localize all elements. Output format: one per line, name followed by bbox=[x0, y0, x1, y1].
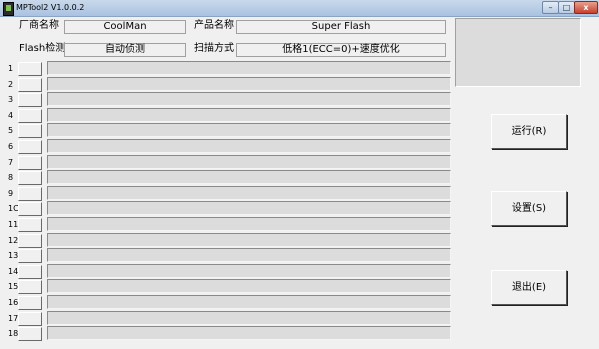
port-select-button[interactable] bbox=[18, 93, 42, 108]
port-select-button[interactable] bbox=[18, 202, 42, 217]
port-progress-bar bbox=[47, 248, 451, 263]
maximize-button[interactable]: □ bbox=[558, 1, 575, 14]
port-select-button[interactable] bbox=[18, 124, 42, 139]
port-select-button[interactable] bbox=[18, 233, 42, 248]
port-number: 4 bbox=[8, 110, 14, 120]
port-select-button[interactable] bbox=[18, 77, 42, 92]
port-select-button[interactable] bbox=[18, 280, 42, 295]
port-number: 2 bbox=[8, 79, 14, 89]
port-select-button[interactable] bbox=[18, 108, 42, 123]
port-progress-bar bbox=[47, 154, 451, 169]
run-button[interactable]: 运行(R) bbox=[491, 114, 567, 149]
product-label: 产品名称 bbox=[194, 20, 234, 31]
port-progress-bar bbox=[47, 295, 451, 309]
port-progress-bar bbox=[47, 263, 451, 278]
app-icon bbox=[3, 2, 14, 16]
port-number: 1 bbox=[8, 64, 14, 73]
vendor-field[interactable]: CoolMan bbox=[64, 20, 186, 34]
port-number: 16 bbox=[8, 298, 19, 307]
port-number: 12 bbox=[8, 235, 19, 245]
port-select-button[interactable] bbox=[18, 264, 42, 279]
port-number: 17 bbox=[8, 313, 19, 323]
port-select-button[interactable] bbox=[18, 186, 42, 201]
port-progress-bar bbox=[47, 76, 451, 91]
port-number: 3 bbox=[8, 95, 14, 105]
port-number: 18 bbox=[8, 329, 19, 339]
flash-detect-field[interactable]: 自动侦测 bbox=[64, 43, 186, 57]
close-button[interactable]: x bbox=[574, 1, 598, 14]
port-progress-bar bbox=[47, 92, 451, 107]
scan-mode-field[interactable]: 低格1(ECC=0)+速度优化 bbox=[236, 43, 446, 57]
port-select-button[interactable] bbox=[18, 140, 42, 154]
port-select-button[interactable] bbox=[18, 62, 42, 76]
port-number: 5 bbox=[8, 126, 14, 136]
port-select-button[interactable] bbox=[18, 327, 42, 342]
port-select-button[interactable] bbox=[18, 249, 42, 264]
window-title: MPTool2 V1.0.0.2 bbox=[16, 3, 85, 12]
port-progress-bar bbox=[47, 185, 451, 200]
port-select-button[interactable] bbox=[18, 296, 42, 310]
port-progress-bar bbox=[47, 201, 451, 216]
preview-panel bbox=[455, 18, 581, 87]
port-progress-bar bbox=[47, 123, 451, 138]
port-number: 15 bbox=[8, 282, 19, 292]
port-number: 11 bbox=[8, 220, 19, 229]
port-progress-bar bbox=[47, 326, 451, 341]
port-number: 13 bbox=[8, 251, 19, 261]
port-select-button[interactable] bbox=[18, 218, 42, 232]
port-progress-bar bbox=[47, 170, 451, 185]
port-progress-bar bbox=[47, 61, 451, 75]
port-number: 9 bbox=[8, 188, 14, 198]
port-number: 14 bbox=[8, 266, 19, 276]
settings-button[interactable]: 设置(S) bbox=[491, 191, 567, 226]
port-progress-bar bbox=[47, 107, 451, 122]
product-field[interactable]: Super Flash bbox=[236, 20, 446, 34]
port-select-button[interactable] bbox=[18, 311, 42, 326]
port-number: 7 bbox=[8, 157, 14, 167]
scan-mode-label: 扫描方式 bbox=[194, 43, 234, 54]
port-progress-bar bbox=[47, 310, 451, 325]
vendor-label: 厂商名称 bbox=[19, 20, 59, 31]
port-select-button[interactable] bbox=[18, 171, 42, 186]
port-select-button[interactable] bbox=[18, 155, 42, 170]
port-progress-bar bbox=[47, 139, 451, 153]
exit-button[interactable]: 退出(E) bbox=[491, 270, 567, 305]
port-number: 8 bbox=[8, 173, 14, 183]
flash-label: Flash检测 bbox=[19, 43, 66, 54]
mptool-window: MPTool2 V1.0.0.2 – □ x 厂商名称 CoolMan 产品名称… bbox=[0, 0, 599, 349]
port-progress-bar bbox=[47, 232, 451, 247]
port-number: 6 bbox=[8, 142, 14, 151]
port-progress-bar bbox=[47, 217, 451, 231]
port-progress-bar bbox=[47, 279, 451, 294]
minimize-button[interactable]: – bbox=[542, 1, 559, 14]
title-bar[interactable]: MPTool2 V1.0.0.2 – □ x bbox=[0, 0, 599, 17]
